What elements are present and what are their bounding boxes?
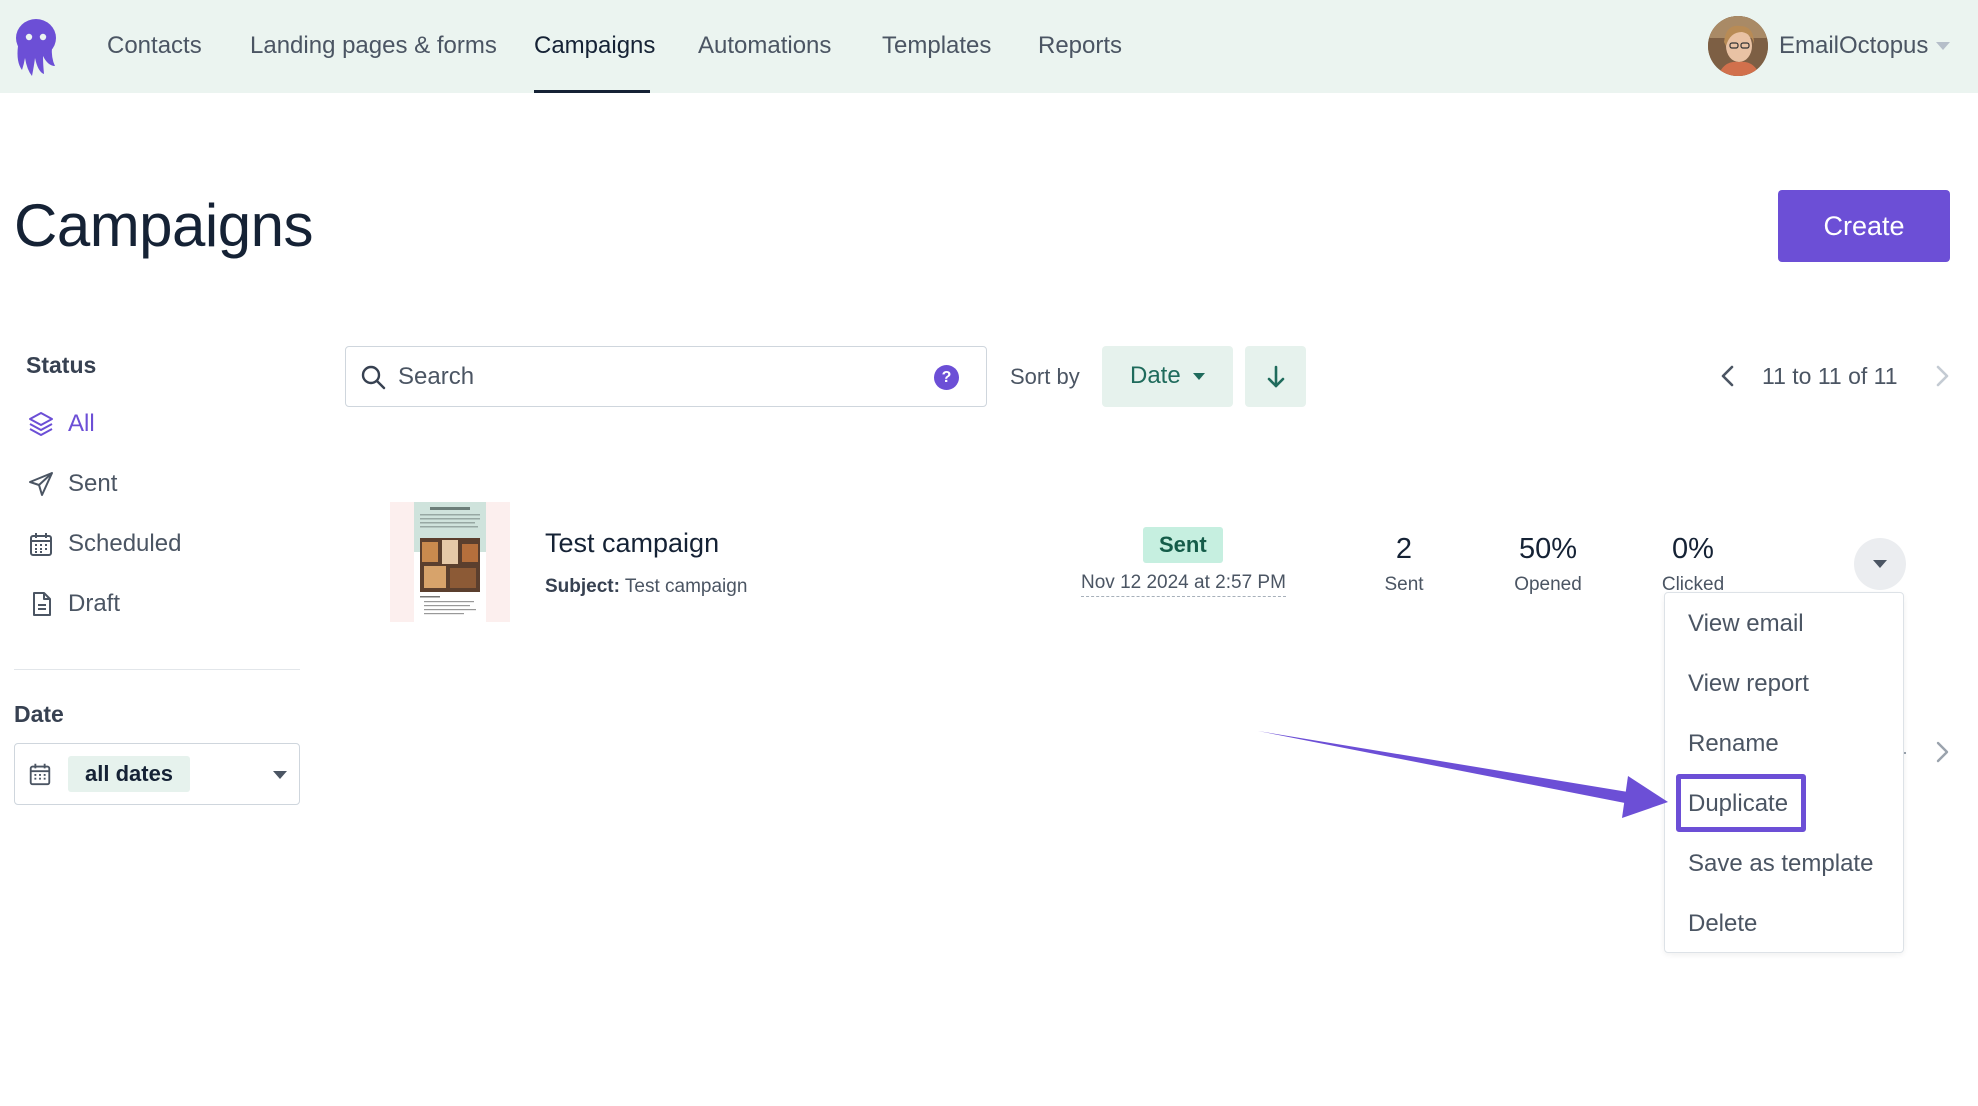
chevron-down-icon [1873,560,1887,568]
chevron-right-icon [1936,365,1949,387]
calendar-icon [26,529,56,559]
campaign-name[interactable]: Test campaign [545,525,719,561]
date-filter-value: all dates [68,756,191,792]
subject-label: Subject: [545,576,620,597]
sidebar-divider [14,669,300,670]
pagination-range: 11 to 11 of 11 [1762,363,1898,389]
account-name[interactable]: EmailOctopus [1779,30,1928,62]
user-avatar-icon [1708,16,1768,76]
row-actions-menu: View email View report Rename Duplicate … [1664,592,1904,953]
layers-icon [26,409,56,439]
chevron-right-icon[interactable] [1932,738,1952,771]
sidebar-item-label: All [68,410,95,437]
date-heading: Date [14,701,64,727]
document-icon [26,589,56,619]
page-title: Campaigns [14,192,314,259]
nav-reports[interactable]: Reports [1038,30,1122,62]
paper-plane-icon [26,469,56,499]
nav-automations[interactable]: Automations [698,30,831,62]
campaign-subject: Subject: Test campaign [545,574,747,600]
sidebar-item-label: Draft [68,590,121,617]
status-heading: Status [26,352,97,378]
stat-opened-value: 50% [1518,533,1578,565]
sort-label: Sort by [1010,364,1080,389]
campaign-thumbnail[interactable] [390,502,510,622]
stat-sent-value: 2 [1395,533,1413,565]
stat-sent-label: Sent [1384,574,1424,595]
next-page-button[interactable] [1932,362,1952,395]
previous-page-button[interactable] [1718,362,1738,395]
date-filter-select[interactable]: all dates [14,743,300,805]
email-preview-image [414,502,486,622]
search-input[interactable] [398,355,918,399]
nav-contacts[interactable]: Contacts [107,30,202,62]
sort-field-button[interactable]: Date [1102,346,1233,407]
active-tab-indicator [534,90,650,93]
sort-field-value: Date [1130,362,1181,389]
sort-direction-button[interactable] [1245,346,1306,407]
octopus-logo-icon[interactable] [14,18,58,78]
nav-campaigns[interactable]: Campaigns [534,30,655,62]
sidebar-item-draft[interactable]: Draft [26,586,120,622]
avatar[interactable] [1708,16,1768,76]
chevron-down-icon [273,771,287,779]
nav-landing-pages-forms[interactable]: Landing pages & forms [250,30,497,62]
chevron-down-icon[interactable] [1936,42,1950,50]
menu-item-view-report[interactable]: View report [1688,668,1809,700]
help-icon[interactable]: ? [934,365,959,390]
menu-item-rename[interactable]: Rename [1688,728,1779,760]
sidebar-item-label: Scheduled [68,530,182,557]
top-navigation: Contacts Landing pages & forms Campaigns… [0,0,1978,93]
search-box: ? [345,346,987,407]
arrow-down-icon [1267,365,1284,387]
chevron-left-icon [1721,365,1734,387]
stat-opened-label: Opened [1514,574,1582,595]
menu-item-view-email[interactable]: View email [1688,608,1804,640]
calendar-icon [27,761,53,792]
menu-item-save-as-template[interactable]: Save as template [1688,848,1873,880]
menu-item-duplicate[interactable]: Duplicate [1688,788,1788,820]
subject-value: Test campaign [624,576,748,597]
sent-timestamp: Nov 12 2024 at 2:57 PM [1081,570,1286,597]
sidebar-item-all[interactable]: All [26,406,95,442]
sidebar-item-scheduled[interactable]: Scheduled [26,526,181,562]
arrow-head [1622,776,1668,818]
sidebar-item-label: Sent [68,470,118,497]
chevron-down-icon [1193,373,1205,380]
menu-item-delete[interactable]: Delete [1688,908,1757,940]
arrow-shaft [1258,731,1628,803]
create-button[interactable]: Create [1778,190,1950,262]
row-actions-button[interactable] [1854,538,1906,590]
nav-templates[interactable]: Templates [882,30,991,62]
sidebar-item-sent[interactable]: Sent [26,466,117,502]
search-icon [360,364,386,395]
stat-clicked-value: 0% [1672,533,1714,565]
status-badge: Sent [1143,527,1223,563]
